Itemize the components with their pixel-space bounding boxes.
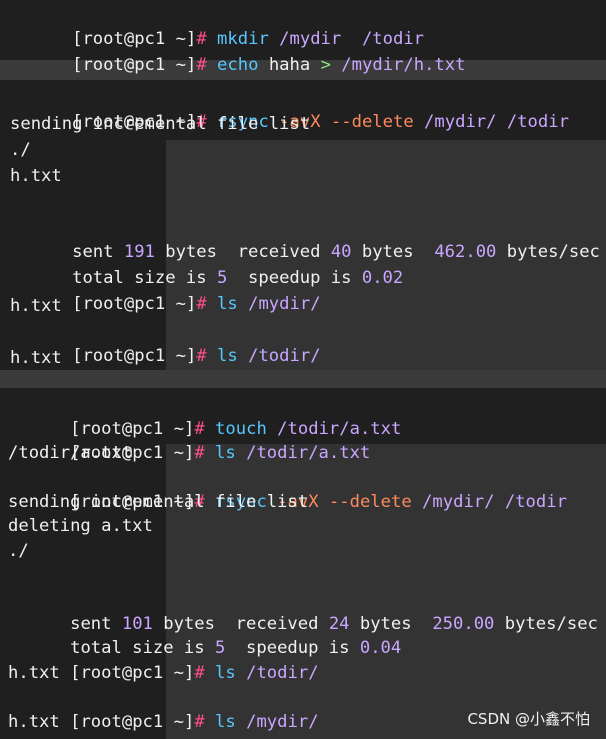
prompt-line: [root@pc1 ~]# ls /mydir/ (8, 686, 318, 732)
command: ls (215, 712, 236, 732)
output-line: h.txt (10, 296, 62, 316)
prompt-dir: ~ (175, 346, 186, 366)
transfer-rate: 250.00 (432, 614, 495, 634)
output-line: ./ (8, 541, 29, 561)
prompt-open: [ (72, 346, 83, 366)
prompt-dir: ~ (175, 294, 186, 314)
prompt-line: [root@pc1 ~]# ls /todir/ (8, 637, 318, 683)
command-args: /mydir/ (248, 294, 321, 314)
output-line: sending incremental file list (8, 492, 309, 512)
transfer-rate: 462.00 (434, 242, 497, 262)
prompt-line: [root@pc1 ~]# ls /todir/ (10, 320, 320, 366)
output-line: h.txt (10, 348, 62, 368)
speedup: 0.04 (359, 638, 402, 658)
output-stats-line: total size is 5 speedup is 0.02 (10, 242, 403, 288)
command-args: /todir/ (246, 663, 319, 683)
stat-text: bytes/sec (496, 242, 600, 262)
output-line: /todir/a.txt (8, 443, 133, 463)
output-stats-line: total size is 5 speedup is 0.04 (8, 612, 401, 658)
prompt-line: [root@pc1 ~]# echo haha > /mydir/h.txt (10, 29, 465, 75)
prompt-close: ] (183, 712, 195, 732)
output-line: h.txt (10, 166, 62, 186)
terminal-block-1: [root@pc1 ~]# mkdir /mydir /todir [root@… (0, 0, 606, 75)
output-stats-line: sent 101 bytes received 24 bytes 250.00 … (8, 588, 598, 634)
prompt-hash: # (196, 55, 207, 75)
terminal-screenshot: [root@pc1 ~]# mkdir /mydir /todir [root@… (0, 0, 606, 739)
prompt-close: ] (183, 443, 195, 463)
prompt-hash: # (194, 443, 205, 463)
command-args: /todir/a.txt (246, 443, 371, 463)
output-line: ./ (10, 140, 31, 160)
prompt-hash: # (194, 663, 205, 683)
terminal-block-3: [root@pc1 ~]# touch /todir/a.txt [root@p… (0, 388, 606, 739)
prompt-line: [root@pc1 ~]# rsync -avX --delete /mydir… (10, 86, 569, 132)
prompt-line: [root@pc1 ~]# ls /mydir/ (10, 268, 320, 314)
prompt-user-host: root@pc1 (80, 663, 164, 683)
redirect-operator: > (320, 55, 331, 75)
speedup: 0.02 (361, 268, 404, 288)
command-args: /mydir/h.txt (341, 55, 466, 75)
output-line: deleting a.txt (8, 516, 153, 536)
prompt-dir: ~ (175, 55, 186, 75)
prompt-line: [root@pc1 ~]# touch /todir/a.txt (8, 393, 401, 439)
output-line: h.txt (8, 712, 60, 732)
prompt-hash: # (196, 294, 207, 314)
command: ls (215, 663, 236, 683)
prompt-hash: # (194, 712, 205, 732)
command-text: haha (268, 55, 311, 75)
output-stats-line: sent 191 bytes received 40 bytes 462.00 … (10, 216, 600, 262)
prompt-user-host: root@pc1 (82, 294, 166, 314)
command-args: /mydir/ /todir (424, 112, 569, 132)
prompt-open: [ (72, 294, 83, 314)
command: ls (217, 294, 238, 314)
prompt-close: ] (185, 55, 197, 75)
prompt-open: [ (72, 55, 83, 75)
command: ls (217, 346, 238, 366)
prompt-dir: ~ (173, 663, 184, 683)
stat-text: bytes/sec (494, 614, 598, 634)
prompt-line: [root@pc1 ~]# rsync -avX --delete /mydir… (8, 466, 567, 512)
prompt-close: ] (185, 294, 197, 314)
prompt-line: [root@pc1 ~]# ls /todir/a.txt (8, 417, 370, 463)
prompt-open: [ (70, 663, 81, 683)
prompt-close: ] (183, 663, 195, 683)
command: ls (215, 443, 236, 463)
output-line: h.txt (8, 663, 60, 683)
command: echo (217, 55, 259, 75)
prompt-open: [ (70, 712, 81, 732)
command-args: /mydir/ /todir (422, 492, 567, 512)
prompt-user-host: root@pc1 (82, 55, 166, 75)
prompt-user-host: root@pc1 (82, 346, 166, 366)
csdn-watermark: CSDN @小鑫不怕 (467, 710, 590, 728)
prompt-hash: # (196, 346, 207, 366)
terminal-block-2: [root@pc1 ~]# rsync -avX --delete /mydir… (0, 80, 606, 370)
prompt-dir: ~ (173, 443, 184, 463)
command-args: /todir/ (248, 346, 321, 366)
prompt-user-host: root@pc1 (80, 712, 164, 732)
command-args: /mydir/ (246, 712, 319, 732)
output-line: sending incremental file list (10, 114, 311, 134)
prompt-close: ] (185, 346, 197, 366)
prompt-dir: ~ (173, 712, 184, 732)
prompt-line: [root@pc1 ~]# mkdir /mydir /todir (10, 3, 424, 49)
